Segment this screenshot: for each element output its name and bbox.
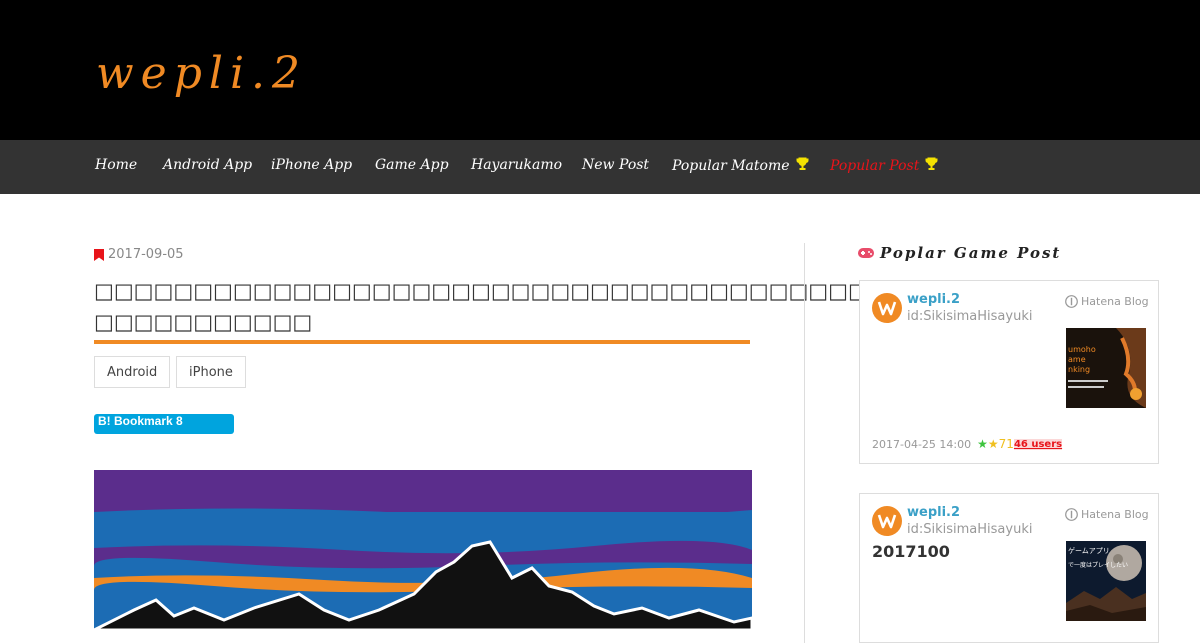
nav-label: Popular Matome	[672, 158, 790, 174]
avatar-icon	[872, 293, 902, 323]
blog-card[interactable]: wepli.2 id:SikisimaHisayuki Hatena Blog …	[859, 493, 1159, 643]
site-title[interactable]: wepli.2	[96, 48, 307, 99]
card-title[interactable]: 2017100	[872, 542, 950, 561]
nav-label: Game App	[375, 157, 449, 173]
thumbnail-image: ゲームアプリ で一度はプレイしたい	[1066, 541, 1146, 621]
mountain-logo-image	[94, 470, 752, 630]
card-meta: 2017-04-25 14:00 ★★71 46 users	[872, 437, 1063, 451]
thumb-text-line: nking	[1068, 365, 1090, 374]
card-user-id: id:SikisimaHisayuki	[907, 522, 1033, 537]
thumb-text-line: umoho	[1068, 345, 1096, 354]
nav-label: iPhone App	[271, 157, 353, 173]
nav-item-iphone-app[interactable]: iPhone App	[271, 157, 352, 173]
sidebar-heading-text: Poplar Game Post	[880, 244, 1062, 262]
tag-android[interactable]: Android	[94, 356, 171, 388]
hatena-blog-text: Hatena Blog	[1081, 295, 1149, 308]
gamepad-icon	[858, 248, 874, 258]
blog-card[interactable]: wepli.2 id:SikisimaHisayuki Hatena Blog …	[859, 280, 1159, 464]
thumb-text-line: で一度はプレイしたい	[1068, 561, 1128, 569]
tag-iphone[interactable]: iPhone	[176, 356, 246, 388]
nav-item-android-app[interactable]: Android App	[163, 157, 252, 173]
trophy-icon	[796, 157, 809, 170]
card-user-id: id:SikisimaHisayuki	[907, 309, 1033, 324]
card-site-name[interactable]: wepli.2	[907, 505, 960, 520]
sidebar-heading: Poplar Game Post	[858, 244, 1061, 262]
column-divider	[804, 243, 805, 643]
hatena-logo-icon	[1065, 508, 1078, 521]
nav-item-popular-matome[interactable]: Popular Matome	[672, 157, 809, 174]
card-site-name[interactable]: wepli.2	[907, 292, 960, 307]
main-nav: Home Android App iPhone App Game App Hay…	[0, 140, 1200, 194]
star-icon: ★	[987, 437, 999, 451]
star-count: 71	[998, 437, 1014, 451]
card-date: 2017-04-25 14:00	[872, 437, 972, 451]
hatena-blog-text: Hatena Blog	[1081, 508, 1149, 521]
bookmark-users-link[interactable]: 46 users	[1013, 438, 1063, 450]
title-underline	[94, 340, 750, 344]
nav-label: Hayarukamo	[471, 157, 563, 173]
star-icon: ★	[977, 437, 988, 451]
card-thumbnail[interactable]: ゲームアプリ で一度はプレイしたい	[1066, 541, 1146, 621]
thumb-text-line: ゲームアプリ	[1068, 546, 1110, 555]
hatena-bookmark-button[interactable]: B! Bookmark 8	[94, 414, 234, 434]
hatena-blog-label: Hatena Blog	[1065, 508, 1149, 521]
nav-label: Home	[95, 157, 138, 173]
nav-item-popular-post[interactable]: Popular Post	[830, 157, 938, 174]
hatena-blog-label: Hatena Blog	[1065, 295, 1149, 308]
card-thumbnail[interactable]: umoho ame nking	[1066, 328, 1146, 408]
nav-item-home[interactable]: Home	[95, 157, 137, 173]
nav-label: Popular Post	[830, 158, 920, 174]
nav-item-hayarukamo[interactable]: Hayarukamo	[471, 157, 562, 173]
nav-item-new-post[interactable]: New Post	[582, 157, 649, 173]
hatena-logo-icon	[1065, 295, 1078, 308]
avatar-icon	[872, 506, 902, 536]
trophy-icon	[925, 157, 938, 170]
post-hero-image	[94, 470, 752, 630]
thumbnail-image: umoho ame nking	[1066, 328, 1146, 408]
nav-item-game-app[interactable]: Game App	[375, 157, 449, 173]
post-title: □□□□□□□□□□□□□□□□□□□□□□□□□□□□□□□□□□□□□□□□…	[94, 276, 1065, 338]
post-date: 2017-09-05	[94, 247, 184, 262]
post-title-line: □□□□□□□□□□□	[94, 310, 313, 334]
post-date-text: 2017-09-05	[108, 247, 184, 262]
thumb-text-line: ame	[1068, 355, 1086, 364]
nav-label: New Post	[582, 157, 650, 173]
site-header: wepli.2	[0, 0, 1200, 140]
nav-label: Android App	[163, 157, 253, 173]
bookmark-flag-icon	[94, 248, 104, 261]
star-rating: ★★71	[977, 437, 1014, 451]
